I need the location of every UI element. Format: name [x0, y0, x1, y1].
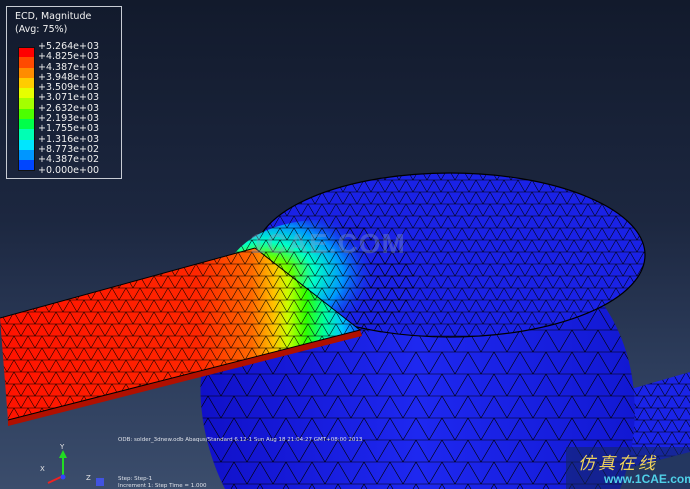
step-info-line: Step: Step-1	[118, 476, 153, 482]
legend-swatch	[18, 129, 35, 140]
legend-swatch	[18, 47, 35, 58]
legend-swatch	[18, 139, 35, 150]
legend-value-label: +0.000e+00	[38, 164, 100, 176]
legend-swatch	[18, 88, 35, 99]
legend-swatch	[18, 108, 35, 120]
legend-subtitle: (Avg: 75%)	[15, 24, 68, 35]
triad-z-label: Z	[86, 474, 91, 482]
triad-x-label: X	[40, 465, 45, 473]
legend-swatch	[18, 119, 35, 130]
coordinate-triad	[47, 450, 104, 486]
legend-swatch	[18, 57, 35, 68]
legend-title: ECD, Magnitude	[15, 11, 92, 22]
legend-swatch	[18, 98, 35, 109]
odb-info-line: ODB: solder_3dnew.odb Abaqus/Standard 6.…	[118, 437, 363, 443]
watermark-text: 1CAE.COM	[250, 228, 406, 259]
legend-swatch	[18, 67, 35, 78]
legend-swatch	[18, 160, 35, 171]
contour-legend: ECD, Magnitude (Avg: 75%) +5.264e+03 +4.8…	[6, 6, 122, 179]
legend-swatch	[18, 149, 35, 161]
legend-swatch	[18, 77, 35, 89]
legend-value-labels: +5.264e+03 +4.825e+03 +4.387e+03 +3.948e+03…	[38, 41, 100, 176]
increment-info-line: Increment 1: Step Time = 1.000	[118, 483, 207, 489]
abaqus-viewport[interactable]: 1CAE.COM ECD, Magnitude (Avg: 75%) +5.26…	[0, 0, 690, 489]
legend-color-bar	[18, 47, 35, 171]
brand-chinese-text: 仿真在线	[578, 454, 658, 474]
brand-url-text[interactable]: www.1CAE.com	[604, 472, 690, 486]
triad-y-label: Y	[60, 443, 65, 451]
